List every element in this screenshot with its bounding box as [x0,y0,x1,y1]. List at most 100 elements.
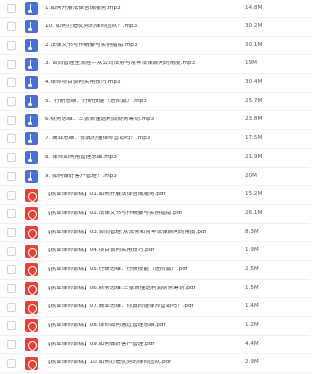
row-checkbox[interactable] [7,171,16,181]
file-name[interactable]: 3. 合同管理全流程—从公司法务与常年法律顾问的角度.mp3 [45,61,265,67]
file-size: 19M [245,60,257,67]
row-checkbox[interactable] [7,302,16,312]
pdf-file-icon [25,338,38,352]
pdf-file-icon [25,319,38,333]
audio-file-icon [25,39,38,53]
file-row[interactable]: 5．行研思维：行研技能（进阶篇）.mp3 25.7M [0,93,310,112]
file-size: 17.5M [245,135,263,142]
file-size: 1.9M [245,247,259,254]
audio-file-icon [25,113,38,127]
file-name[interactable]: 7. 商业思维：你真的懂律师营销吗？.mp3 [45,136,265,142]
file-row[interactable]: 【执业律师训练】05.行研思维：行研技能（进阶篇）.pdf 2.5M [0,261,310,280]
file-row[interactable]: 【执业律师训练】09.如何做好客户管理.pdf 4.4M [0,336,310,355]
pdf-file-icon [25,300,38,314]
pdf-file-icon [25,281,38,295]
file-name[interactable]: 2.法律文书写作精要与实例指南.mp3 [45,43,265,49]
file-list: 1.如何开展法律咨询服务.mp3 14.8M 10. 如何打造优秀的律师团队？.mp… [0,0,310,374]
file-name[interactable]: 【执业律师训练】10.如何打造优秀的律师团队.pdf [45,360,265,366]
file-name[interactable]: 10. 如何打造优秀的律师团队？.mp3 [45,24,265,30]
file-size: 23.8M [245,116,263,123]
file-name[interactable]: 9. 如何做好客户管理？.mp3 [45,174,265,180]
file-row[interactable]: 1.如何开展法律咨询服务.mp3 14.8M [0,0,310,18]
file-size: 8.3M [245,228,259,235]
row-checkbox[interactable] [7,358,16,368]
audio-file-icon [25,151,38,165]
file-row[interactable]: 【执业律师训练】02.法律文书写作精要与实例指南.pdf 26.1M [0,205,310,224]
row-checkbox[interactable] [7,190,16,200]
file-name[interactable]: 【执业律师训练】08.律师如何通过管理思维.pdf [45,323,265,329]
row-checkbox[interactable] [7,321,16,331]
audio-file-icon [25,20,38,34]
audio-file-icon [25,95,38,109]
file-row[interactable]: 【执业律师训练】10.如何打造优秀的律师团队.pdf 2.9M [0,354,310,374]
file-row[interactable]: 2.法律文书写作精要与实例指南.mp3 30.1M [0,37,310,56]
file-row[interactable]: 6.财务思维：三张表懂透利润财务筹划.mp3 23.8M [0,111,310,131]
file-row[interactable]: 【执业律师训练】03.合同管理:从法务和常年法律顾问的角度.pdf 8.3M [0,224,310,243]
row-checkbox[interactable] [7,22,16,32]
file-name[interactable]: 【执业律师训练】09.如何做好客户管理.pdf [45,342,265,348]
file-row[interactable]: 【执业律师训练】01.如何开展法律咨询服务.pdf 15.2M [0,186,310,205]
file-row[interactable]: 7. 商业思维：你真的懂律师营销吗？.mp3 17.5M [0,130,310,149]
file-row[interactable]: 【执业律师训练】06.财务思维:三张表懂透利润财务筹划.pdf 1.5M [0,280,310,299]
audio-file-icon [25,57,38,71]
file-size: 30.1M [245,41,263,48]
file-row[interactable]: 8. 律师如何用管理思维.mp3 21.9M [0,149,310,168]
file-size: 1.4M [245,303,259,310]
pdf-file-icon [25,207,38,221]
row-checkbox[interactable] [7,4,16,13]
pdf-file-icon [25,356,38,370]
file-size: 30.4M [245,79,263,86]
file-name[interactable]: 【执业律师训练】05.行研思维：行研技能（进阶篇）.pdf [45,267,265,273]
file-size: 1.2M [245,322,259,329]
row-checkbox[interactable] [7,115,16,125]
file-row[interactable]: 9. 如何做好客户管理？.mp3 20M [0,168,310,187]
file-size: 20M [245,172,257,179]
file-size: 2.5M [245,265,259,272]
file-row[interactable]: 4.律师项目谈判实用技巧.mp3 30.4M [0,74,310,93]
file-size: 25.7M [245,97,263,104]
file-name[interactable]: 1.如何开展法律咨询服务.mp3 [45,6,265,12]
file-row[interactable]: 【执业律师训练】04.项目谈判实用技巧.pdf 1.9M [0,242,310,261]
file-row[interactable]: 10. 如何打造优秀的律师团队？.mp3 30.2M [0,18,310,37]
file-name[interactable]: 【执业律师训练】03.合同管理:从法务和常年法律顾问的角度.pdf [45,230,265,236]
row-checkbox[interactable] [7,265,16,275]
file-name[interactable]: 【执业律师训练】02.法律文书写作精要与实例指南.pdf [45,211,265,217]
audio-file-icon [25,76,38,90]
pdf-file-icon [25,225,38,239]
file-name[interactable]: 4.律师项目谈判实用技巧.mp3 [45,80,265,86]
pdf-file-icon [25,188,38,202]
file-name[interactable]: 【执业律师训练】07.商业思维：你真的懂律师营销吗？.pdf [45,304,265,310]
audio-file-icon [25,169,38,183]
row-checkbox[interactable] [7,340,16,350]
file-size: 26.1M [245,209,263,216]
file-size: 2.9M [245,359,259,366]
file-name[interactable]: 【执业律师训练】04.项目谈判实用技巧.pdf [45,248,265,254]
row-checkbox[interactable] [7,283,16,293]
file-name[interactable]: 8. 律师如何用管理思维.mp3 [45,155,265,161]
file-name[interactable]: 6.财务思维：三张表懂透利润财务筹划.mp3 [45,117,265,123]
file-size: 21.9M [245,153,263,160]
file-size: 30.2M [245,23,263,30]
row-checkbox[interactable] [7,59,16,69]
file-size: 4.4M [245,340,259,347]
audio-file-icon [25,132,38,146]
file-row[interactable]: 【执业律师训练】07.商业思维：你真的懂律师营销吗？.pdf 1.4M [0,298,310,317]
row-checkbox[interactable] [7,41,16,51]
file-size: 14.8M [245,4,263,11]
pdf-file-icon [25,244,38,258]
row-checkbox[interactable] [7,134,16,144]
row-checkbox[interactable] [7,153,16,163]
file-size: 1.5M [245,284,259,291]
row-checkbox[interactable] [7,97,16,107]
file-name[interactable]: 5．行研思维：行研技能（进阶篇）.mp3 [45,99,265,105]
file-row[interactable]: 【执业律师训练】08.律师如何通过管理思维.pdf 1.2M [0,317,310,336]
file-name[interactable]: 【执业律师训练】06.财务思维:三张表懂透利润财务筹划.pdf [45,286,265,292]
row-checkbox[interactable] [7,209,16,219]
row-checkbox[interactable] [7,78,16,88]
row-checkbox[interactable] [7,246,16,256]
audio-file-icon [25,2,38,15]
file-row[interactable]: 3. 合同管理全流程—从公司法务与常年法律顾问的角度.mp3 19M [0,55,310,75]
row-checkbox[interactable] [7,227,16,237]
file-name[interactable]: 【执业律师训练】01.如何开展法律咨询服务.pdf [45,192,265,198]
pdf-file-icon [25,263,38,277]
